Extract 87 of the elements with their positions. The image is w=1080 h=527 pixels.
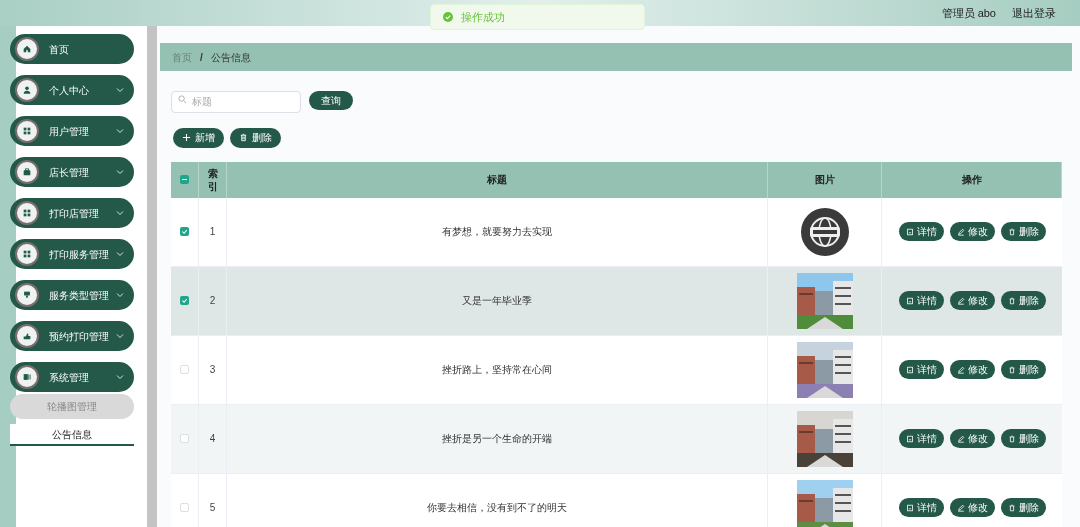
edit-button[interactable]: 修改 [949,222,995,241]
document-icon [22,372,32,382]
delete-button[interactable]: 删除 [1000,222,1046,241]
edit-button[interactable]: 修改 [949,291,995,310]
edit-button[interactable]: 修改 [949,498,995,517]
table-cell-text: 1 [209,225,216,239]
document-icon [905,434,914,443]
home-icon [22,44,32,54]
menu-item[interactable]: 打印店管理 [10,198,134,228]
details-button[interactable]: 详情 [898,291,944,310]
briefcase-icon [22,167,32,177]
grid-icon [22,126,32,136]
details-button[interactable]: 详情 [898,222,944,241]
edit-button[interactable]: 修改 [949,360,995,379]
table-cell-text: 有梦想，就要努力去实现 [442,225,552,239]
table-cell-text: 4 [209,432,216,446]
checkbox[interactable] [180,175,189,184]
logout-link[interactable]: 退出登录 [1012,4,1056,22]
checkbox[interactable] [180,434,189,443]
checkbox[interactable] [180,296,189,305]
trash-icon [239,133,248,142]
details-button[interactable]: 详情 [898,498,944,517]
grid-icon [22,208,32,218]
delete-button[interactable]: 删除 [230,127,281,148]
menu-item[interactable]: 用户管理 [10,116,134,146]
pencil-icon [956,434,965,443]
pencil-icon [956,227,965,236]
success-icon [443,12,453,22]
menu-item[interactable]: 首页 [10,34,134,64]
toast-message: 操作成功 [461,9,505,25]
table-cell-text: 又是一年毕业季 [462,294,532,308]
delete-button[interactable]: 删除 [1000,291,1046,310]
menu-item[interactable]: 预约打印管理 [10,321,134,351]
table-row[interactable]: 5 你要去相信，没有到不了的明天 详情 修改 删除 [171,473,1062,527]
query-button[interactable]: 查询 [309,90,353,110]
details-button[interactable]: 详情 [898,360,944,379]
column-header: 标题 [487,173,507,187]
document-icon [905,296,914,305]
delete-button[interactable]: 删除 [1000,429,1046,448]
checkbox[interactable] [180,365,189,374]
table-cell-text: 挫折路上，坚持常在心间 [442,363,552,377]
trash-icon [1007,365,1016,374]
delete-button[interactable]: 删除 [1000,360,1046,379]
user-label: 管理员 abo [941,5,996,21]
document-icon [905,227,914,236]
column-header: 操作 [961,173,982,187]
menu-item[interactable]: 打印服务管理 [10,239,134,269]
trash-icon [1007,296,1016,305]
search-icon [178,95,187,104]
submenu-item[interactable]: 公告信息 [10,424,134,446]
thumbs-up-icon [22,331,32,341]
search-field[interactable]: 标题 [171,90,301,113]
breadcrumb-current: 公告信息 [210,50,251,65]
table-cell-text: 你要去相信，没有到不了的明天 [427,501,567,515]
pencil-icon [956,365,965,374]
menu-item[interactable]: 店长管理 [10,157,134,187]
table-row[interactable]: 1 有梦想，就要努力去实现 详情 修改 删除 [171,197,1062,267]
user-icon [22,85,32,95]
menu-item[interactable]: 系统管理 [10,362,134,392]
checkbox[interactable] [180,227,189,236]
trash-icon [1007,503,1016,512]
column-header: 索引 [207,166,218,193]
document-icon [905,503,914,512]
table-cell-text: 3 [209,363,216,377]
breadcrumb-separator: / [200,50,203,65]
plus-icon [182,133,191,142]
table-cell-text: 挫折是另一个生命的开端 [442,432,552,446]
column-header: 图片 [814,173,835,187]
table-cell-text: 5 [209,501,216,515]
monitor-icon [22,290,32,300]
checkbox[interactable] [180,503,189,512]
delete-button[interactable]: 删除 [1000,498,1046,517]
table-row[interactable]: 3 挫折路上，坚持常在心间 详情 修改 删除 [171,335,1062,405]
trash-icon [1007,227,1016,236]
menu-item[interactable]: 个人中心 [10,75,134,105]
details-button[interactable]: 详情 [898,429,944,448]
trash-icon [1007,434,1016,443]
table-row[interactable]: 2 又是一年毕业季 详情 修改 删除 [171,266,1062,336]
edit-button[interactable]: 修改 [949,429,995,448]
add-button[interactable]: 新增 [173,127,224,148]
document-icon [905,365,914,374]
table-cell-text: 2 [209,294,216,308]
table-row[interactable]: 4 挫折是另一个生命的开端 详情 修改 删除 [171,404,1062,474]
pencil-icon [956,503,965,512]
pencil-icon [956,296,965,305]
grid-icon [22,249,32,259]
menu-item[interactable]: 服务类型管理 [10,280,134,310]
